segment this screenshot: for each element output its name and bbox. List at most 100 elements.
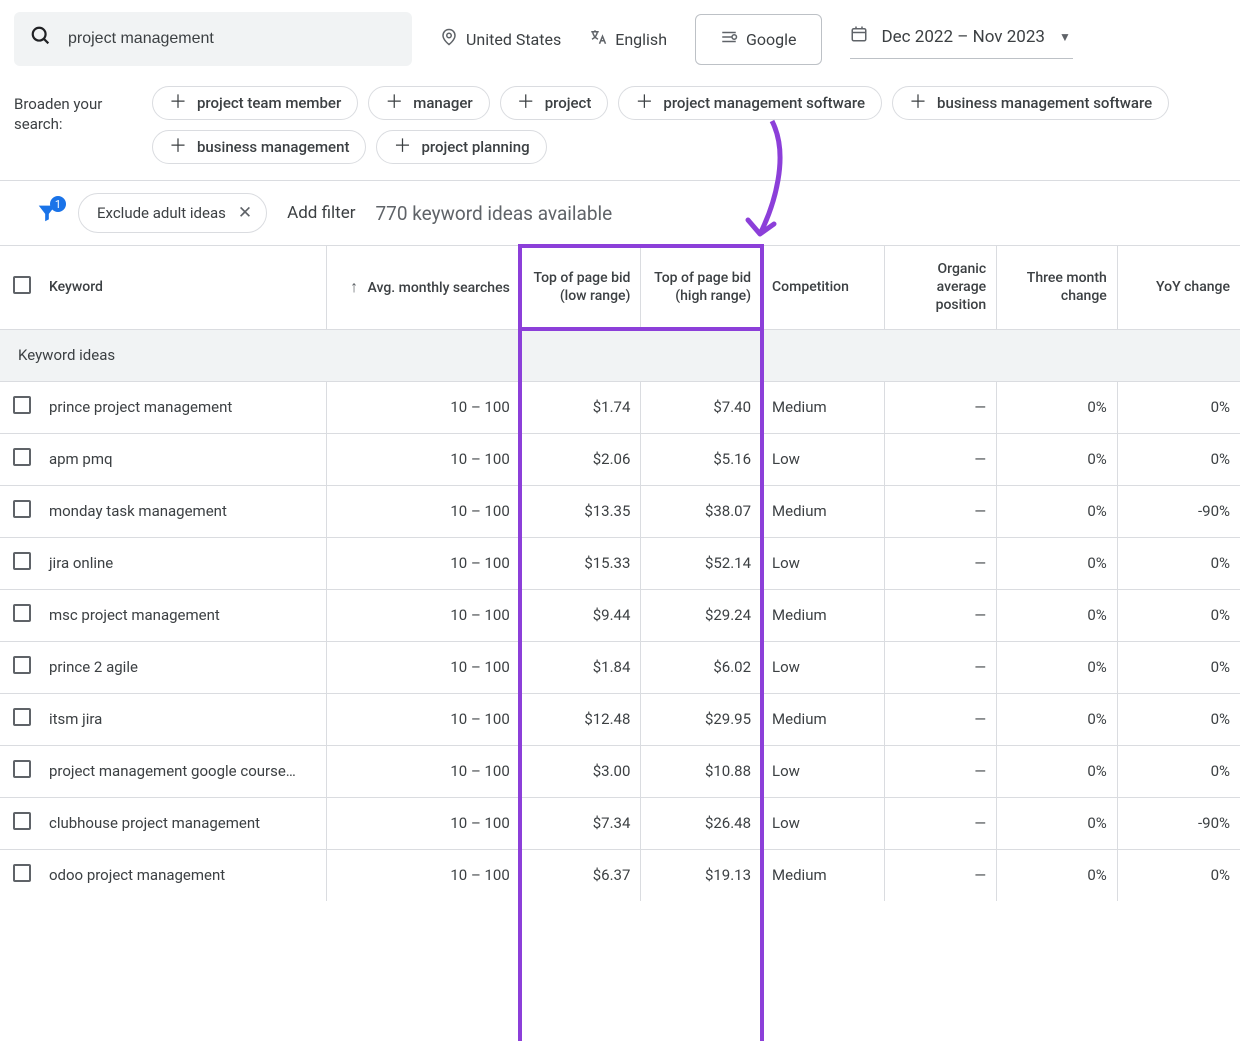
col-competition-header[interactable]: Competition	[762, 246, 885, 330]
cell-keyword[interactable]: apm pmq	[45, 433, 326, 485]
cell-keyword[interactable]: project management google course…	[45, 745, 326, 797]
cell-bid-high: $7.40	[641, 381, 762, 433]
cell-yoy: 0%	[1117, 433, 1240, 485]
cell-keyword[interactable]: itsm jira	[45, 693, 326, 745]
table-row: jira online10 – 100$15.33$52.14Low—0%0%	[0, 537, 1240, 589]
row-checkbox[interactable]	[13, 500, 31, 518]
cell-competition: Medium	[762, 693, 885, 745]
cell-keyword[interactable]: prince project management	[45, 381, 326, 433]
col-yoy-header[interactable]: YoY change	[1117, 246, 1240, 330]
cell-searches: 10 – 100	[326, 641, 520, 693]
row-checkbox[interactable]	[13, 552, 31, 570]
select-all-checkbox[interactable]	[13, 276, 31, 294]
close-icon[interactable]: ✕	[238, 203, 252, 223]
language-selector[interactable]: English	[589, 28, 667, 51]
cell-organic: —	[884, 849, 996, 901]
cell-competition: Low	[762, 797, 885, 849]
cell-organic: —	[884, 589, 996, 641]
cell-yoy: 0%	[1117, 849, 1240, 901]
plus-icon: ＋	[169, 94, 187, 112]
chip-label: project team member	[197, 94, 341, 112]
cell-keyword[interactable]: prince 2 agile	[45, 641, 326, 693]
cell-keyword[interactable]: msc project management	[45, 589, 326, 641]
chip-label: business management software	[937, 94, 1152, 112]
cell-competition: Medium	[762, 381, 885, 433]
cell-bid-low: $1.74	[520, 381, 641, 433]
row-checkbox[interactable]	[13, 812, 31, 830]
col-searches-header[interactable]: ↑ Avg. monthly searches	[326, 246, 520, 330]
broaden-chip[interactable]: ＋project	[500, 86, 609, 120]
broaden-chip[interactable]: ＋business management	[152, 130, 366, 164]
cell-three-month: 0%	[997, 589, 1118, 641]
cell-searches: 10 – 100	[326, 745, 520, 797]
cell-searches: 10 – 100	[326, 381, 520, 433]
cell-searches: 10 – 100	[326, 433, 520, 485]
cell-bid-high: $19.13	[641, 849, 762, 901]
cell-yoy: 0%	[1117, 589, 1240, 641]
broaden-chip[interactable]: ＋project management software	[618, 86, 882, 120]
row-checkbox[interactable]	[13, 760, 31, 778]
source-icon	[720, 29, 738, 50]
filter-count-badge: 1	[50, 196, 66, 212]
cell-keyword[interactable]: monday task management	[45, 485, 326, 537]
cell-bid-high: $5.16	[641, 433, 762, 485]
add-filter-button[interactable]: Add filter	[287, 203, 355, 223]
cell-competition: Medium	[762, 485, 885, 537]
cell-keyword[interactable]: clubhouse project management	[45, 797, 326, 849]
cell-bid-low: $13.35	[520, 485, 641, 537]
broaden-chip[interactable]: ＋ project team member	[152, 86, 358, 120]
cell-yoy: 0%	[1117, 693, 1240, 745]
col-organic-header[interactable]: Organic average position	[884, 246, 996, 330]
filter-icon-wrap[interactable]: 1	[36, 202, 58, 224]
date-range-selector[interactable]: Dec 2022 – Nov 2023 ▼	[850, 19, 1073, 59]
cell-organic: —	[884, 797, 996, 849]
source-selector[interactable]: Google	[695, 14, 822, 65]
cell-three-month: 0%	[997, 745, 1118, 797]
cell-yoy: -90%	[1117, 797, 1240, 849]
chip-label: project planning	[421, 138, 529, 156]
table-row: monday task management10 – 100$13.35$38.…	[0, 485, 1240, 537]
date-range-label: Dec 2022 – Nov 2023	[882, 27, 1045, 47]
calendar-icon	[850, 25, 868, 48]
cell-keyword[interactable]: jira online	[45, 537, 326, 589]
row-checkbox[interactable]	[13, 708, 31, 726]
cell-searches: 10 – 100	[326, 849, 520, 901]
table-row: clubhouse project management10 – 100$7.3…	[0, 797, 1240, 849]
broaden-chip[interactable]: ＋project planning	[376, 130, 546, 164]
table-row: prince project management10 – 100$1.74$7…	[0, 381, 1240, 433]
cell-competition: Medium	[762, 849, 885, 901]
cell-keyword[interactable]: odoo project management	[45, 849, 326, 901]
table-row: msc project management10 – 100$9.44$29.2…	[0, 589, 1240, 641]
cell-searches: 10 – 100	[326, 485, 520, 537]
broaden-chips: ＋project team member＋manager＋project＋pro…	[152, 86, 1226, 164]
col-keyword-header[interactable]: Keyword	[45, 246, 326, 330]
cell-competition: Low	[762, 537, 885, 589]
col-three-month-header[interactable]: Three month change	[997, 246, 1118, 330]
cell-bid-high: $29.24	[641, 589, 762, 641]
plus-icon: ＋	[635, 94, 653, 112]
search-box[interactable]	[14, 12, 412, 66]
cell-yoy: -90%	[1117, 485, 1240, 537]
col-bid-high-header[interactable]: Top of page bid (high range)	[641, 246, 762, 330]
search-input[interactable]	[66, 29, 396, 49]
table-row: itsm jira10 – 100$12.48$29.95Medium—0%0%	[0, 693, 1240, 745]
row-checkbox[interactable]	[13, 396, 31, 414]
col-bid-low-header[interactable]: Top of page bid (low range)	[520, 246, 641, 330]
broaden-chip[interactable]: ＋business management software	[892, 86, 1169, 120]
row-checkbox[interactable]	[13, 864, 31, 882]
cell-bid-high: $52.14	[641, 537, 762, 589]
cell-organic: —	[884, 745, 996, 797]
broaden-chip[interactable]: ＋manager	[368, 86, 489, 120]
cell-searches: 10 – 100	[326, 537, 520, 589]
row-checkbox[interactable]	[13, 604, 31, 622]
location-selector[interactable]: United States	[440, 28, 561, 51]
cell-bid-low: $7.34	[520, 797, 641, 849]
col-searches-label: Avg. monthly searches	[368, 280, 510, 296]
active-filter-chip[interactable]: Exclude adult ideas ✕	[78, 193, 267, 233]
cell-bid-low: $12.48	[520, 693, 641, 745]
cell-yoy: 0%	[1117, 537, 1240, 589]
row-checkbox[interactable]	[13, 448, 31, 466]
section-header: Keyword ideas	[0, 329, 1240, 381]
row-checkbox[interactable]	[13, 656, 31, 674]
table-row: prince 2 agile10 – 100$1.84$6.02Low—0%0%	[0, 641, 1240, 693]
